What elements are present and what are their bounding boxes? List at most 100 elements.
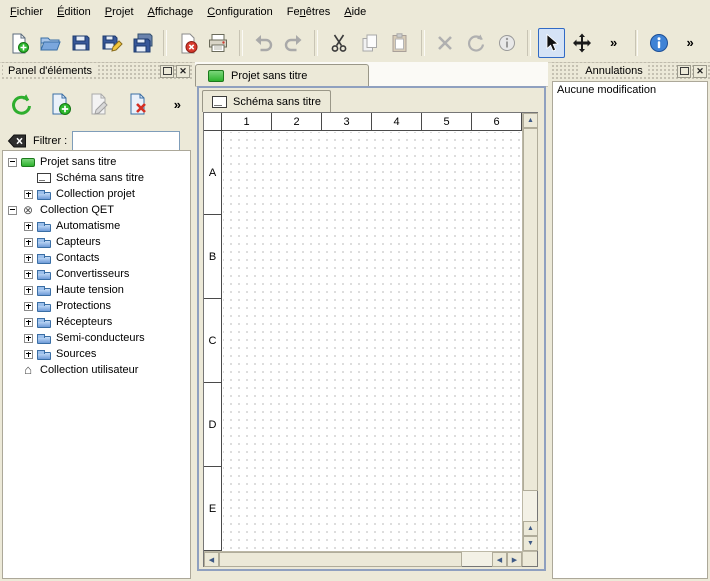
- diagram-canvas[interactable]: [223, 132, 522, 551]
- tree-expander-plus-icon[interactable]: [24, 254, 33, 263]
- tree-expander-plus-icon[interactable]: [24, 286, 33, 295]
- undo-button[interactable]: [250, 28, 277, 58]
- scroll-left-button[interactable]: ◀: [204, 552, 219, 567]
- menu-item-edition[interactable]: Édition: [50, 3, 98, 21]
- tree-expander-plus-icon[interactable]: [24, 334, 33, 343]
- folder-icon: [37, 240, 51, 248]
- project-window: Schéma sans titre 123456 ABCDE ▲ ▲ ▼ ◀ ◀: [197, 86, 546, 571]
- column-header-6: 6: [472, 113, 522, 131]
- tree-item-collection-projet[interactable]: Collection projet: [3, 186, 190, 202]
- open-folder-icon: [39, 32, 61, 54]
- float-panel-button[interactable]: [160, 65, 174, 78]
- tree-expander-minus-icon[interactable]: [8, 206, 17, 215]
- menu-item-configuration[interactable]: Configuration: [200, 3, 280, 21]
- tree-expander-plus-icon[interactable]: [24, 238, 33, 247]
- column-header-4: 4: [372, 113, 422, 131]
- home-icon: ⌂: [21, 364, 35, 376]
- tree-item-sources[interactable]: Sources: [3, 346, 190, 362]
- info-button[interactable]: [493, 28, 520, 58]
- tree-expander-plus-icon[interactable]: [24, 222, 33, 231]
- tree-expander-plus-icon[interactable]: [24, 350, 33, 359]
- select-tool-button[interactable]: [538, 28, 565, 58]
- delete-button[interactable]: [432, 28, 459, 58]
- menu-item-fenetres[interactable]: Fenêtres: [280, 3, 337, 21]
- tree-item-recepteurs[interactable]: Récepteurs: [3, 314, 190, 330]
- tree-item-label: Projet sans titre: [40, 156, 120, 168]
- edit-element-button[interactable]: [84, 89, 114, 119]
- tree-item-projet-sans-titre[interactable]: Projet sans titre: [3, 154, 190, 170]
- redo-button[interactable]: [281, 28, 308, 58]
- tree-item-convertisseurs[interactable]: Convertisseurs: [3, 266, 190, 282]
- close-panel-button[interactable]: ✕: [176, 65, 190, 78]
- tree-expander-plus-icon[interactable]: [24, 190, 33, 199]
- print-button[interactable]: [205, 28, 232, 58]
- tree-item-schema-sans-titre[interactable]: Schéma sans titre: [3, 170, 190, 186]
- open-document-button[interactable]: [37, 28, 64, 58]
- tree-item-label: Automatisme: [56, 220, 124, 232]
- close-panel-button[interactable]: ✕: [693, 65, 707, 78]
- tree-item-capteurs[interactable]: Capteurs: [3, 234, 190, 250]
- float-panel-button[interactable]: [677, 65, 691, 78]
- tab-project[interactable]: Projet sans titre: [195, 64, 369, 86]
- tree-expander-plus-icon[interactable]: [24, 302, 33, 311]
- tree-expander-plus-icon[interactable]: [24, 318, 33, 327]
- menu-item-fichier[interactable]: Fichier: [3, 3, 50, 21]
- cut-button[interactable]: [325, 28, 352, 58]
- folder-icon: [37, 352, 51, 360]
- row-header-d: D: [204, 383, 222, 467]
- toolbar-separator: [421, 30, 425, 56]
- tree-item-label: Capteurs: [56, 236, 105, 248]
- rotate-button[interactable]: [463, 28, 490, 58]
- scroll-left-button[interactable]: ◀: [492, 552, 507, 567]
- undo-panel-titlebar[interactable]: Annulations ✕: [550, 62, 710, 80]
- tree-item-collection-qet[interactable]: ⊗Collection QET: [3, 202, 190, 218]
- save-as-button[interactable]: [99, 28, 126, 58]
- column-header-3: 3: [322, 113, 372, 131]
- schema-icon: [212, 96, 227, 108]
- close-document-button[interactable]: [174, 28, 201, 58]
- tree-item-haute-tension[interactable]: Haute tension: [3, 282, 190, 298]
- filter-label: Filtrer :: [33, 135, 67, 147]
- vertical-scrollbar[interactable]: ▲ ▲ ▼: [522, 113, 537, 551]
- element-tree[interactable]: Projet sans titre Schéma sans titreCollec…: [2, 150, 191, 579]
- toolbar-extension-button[interactable]: »: [676, 28, 704, 58]
- tree-item-semi-conducteurs[interactable]: Semi-conducteurs: [3, 330, 190, 346]
- horizontal-scrollbar[interactable]: ◀ ◀ ▶: [204, 551, 522, 566]
- tree-expander-minus-icon[interactable]: [8, 158, 17, 167]
- toolbar-extension-button[interactable]: »: [600, 28, 628, 58]
- tree-item-protections[interactable]: Protections: [3, 298, 190, 314]
- scroll-right-button[interactable]: ▶: [507, 552, 522, 567]
- paste-button[interactable]: [387, 28, 414, 58]
- tree-item-contacts[interactable]: Contacts: [3, 250, 190, 266]
- tree-expander-plus-icon[interactable]: [24, 270, 33, 279]
- undo-panel: Annulations ✕ Aucune modification: [550, 62, 710, 581]
- about-button[interactable]: [645, 28, 672, 58]
- reload-collections-button[interactable]: [6, 89, 36, 119]
- horizontal-scroll-thumb[interactable]: [219, 552, 462, 567]
- scroll-up-button[interactable]: ▲: [523, 521, 538, 536]
- scroll-up-button[interactable]: ▲: [523, 113, 538, 128]
- menu-bar: FichierÉditionProjetAffichageConfigurati…: [0, 0, 710, 23]
- clear-filter-button[interactable]: [6, 132, 28, 150]
- menu-item-aide[interactable]: Aide: [337, 3, 373, 21]
- menu-item-projet[interactable]: Projet: [98, 3, 141, 21]
- schema-icon: [37, 173, 51, 183]
- filter-input[interactable]: [72, 131, 180, 151]
- new-element-button[interactable]: [45, 89, 75, 119]
- save-button[interactable]: [68, 28, 95, 58]
- tree-item-collection-utilisateur[interactable]: ⌂Collection utilisateur: [3, 362, 190, 378]
- column-headers: 123456: [222, 113, 522, 131]
- scroll-down-button[interactable]: ▼: [523, 536, 538, 551]
- vertical-scroll-thumb[interactable]: [523, 128, 538, 491]
- tree-item-automatisme[interactable]: Automatisme: [3, 218, 190, 234]
- elements-panel-titlebar[interactable]: Panel d'éléments ✕: [0, 62, 193, 80]
- new-document-button[interactable]: [6, 28, 33, 58]
- copy-button[interactable]: [356, 28, 383, 58]
- move-tool-button[interactable]: [569, 28, 596, 58]
- menu-item-affichage[interactable]: Affichage: [141, 3, 201, 21]
- save-all-button[interactable]: [130, 28, 157, 58]
- panel-toolbar-extension-button[interactable]: »: [170, 97, 185, 112]
- tab-schema[interactable]: Schéma sans titre: [202, 90, 331, 112]
- delete-element-button[interactable]: [123, 89, 153, 119]
- undo-history-list[interactable]: Aucune modification: [552, 81, 708, 579]
